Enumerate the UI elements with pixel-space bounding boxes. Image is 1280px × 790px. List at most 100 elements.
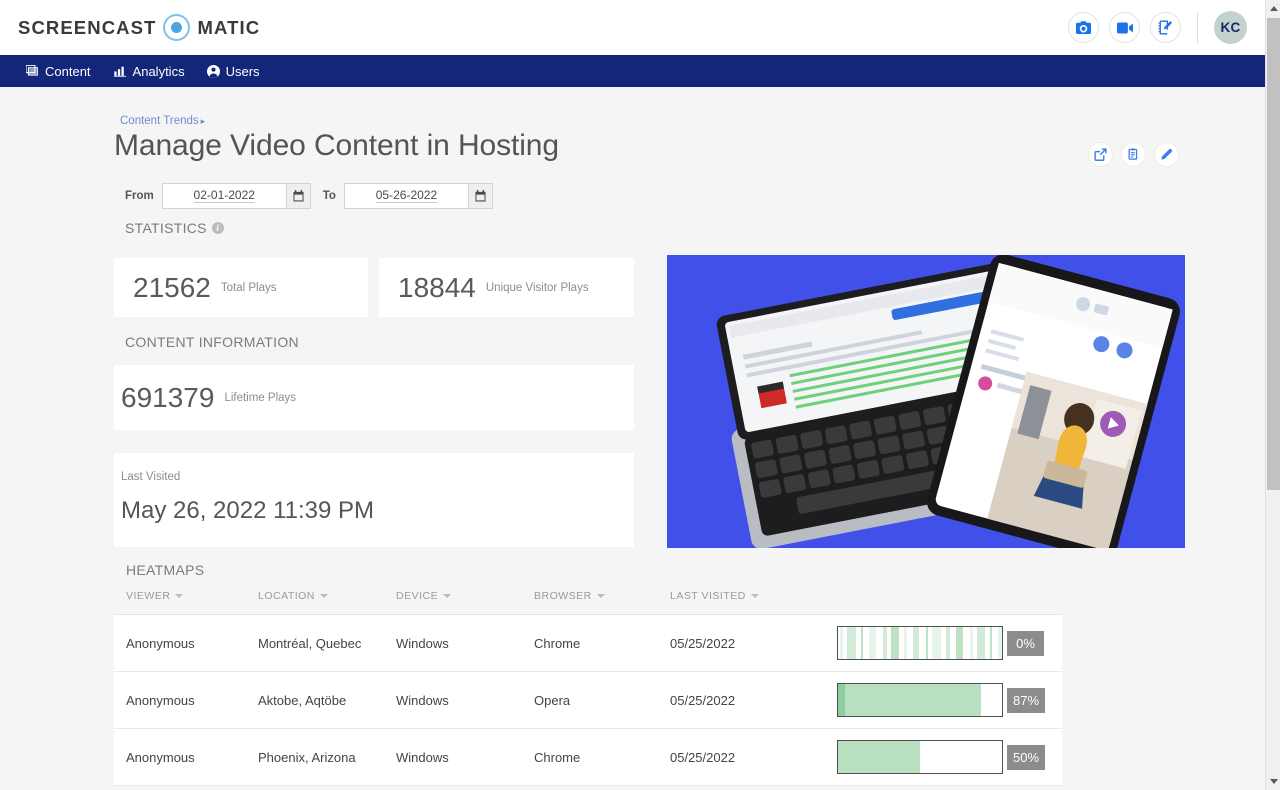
- column-label-viewer: VIEWER: [126, 590, 170, 602]
- chevron-down-icon: [597, 594, 605, 598]
- cell-visited: 05/25/2022: [670, 750, 837, 765]
- screenshot-capture-button[interactable]: [1068, 12, 1099, 43]
- images-icon: [26, 65, 39, 77]
- calendar-icon: [293, 190, 304, 202]
- column-label-device: DEVICE: [396, 590, 438, 602]
- cell-location: Montréal, Quebec: [258, 636, 396, 651]
- heatmap-stripes: [838, 627, 1002, 659]
- from-calendar-button[interactable]: [286, 183, 311, 209]
- heatmap-percent-badge: 0%: [1007, 631, 1044, 656]
- content-information-heading-label: CONTENT INFORMATION: [125, 334, 299, 350]
- page-title: Manage Video Content in Hosting: [114, 129, 559, 163]
- column-header-last-visited[interactable]: LAST VISITED: [670, 590, 837, 602]
- nav-item-users[interactable]: Users: [207, 55, 260, 87]
- stat-card-lifetime-plays: 691379 Lifetime Plays: [114, 365, 634, 430]
- scroll-up-button[interactable]: [1266, 0, 1280, 17]
- heatmaps-table: VIEWER LOCATION DEVICE BROWSER: [114, 587, 1062, 786]
- content-information-heading: CONTENT INFORMATION: [125, 334, 299, 350]
- cell-browser: Chrome: [534, 750, 670, 765]
- from-date-input[interactable]: 02-01-2022: [162, 183, 286, 209]
- heatmap-bar[interactable]: [837, 683, 1003, 717]
- table-row[interactable]: AnonymousPhoenix, ArizonaWindowsChrome05…: [114, 729, 1062, 786]
- cell-viewer: Anonymous: [114, 636, 258, 651]
- annotate-button[interactable]: [1150, 12, 1181, 43]
- to-calendar-button[interactable]: [468, 183, 493, 209]
- scrollbar-thumb[interactable]: [1267, 18, 1280, 490]
- calendar-icon: [475, 190, 486, 202]
- breadcrumb-arrow-icon: ▸: [201, 116, 206, 126]
- cell-heatmap: 50%: [837, 740, 1062, 774]
- logo-word-right: MATIC: [197, 17, 260, 39]
- browser-viewport: SCREENCAST MATIC: [0, 0, 1280, 790]
- vertical-scrollbar[interactable]: [1265, 0, 1280, 790]
- date-range-filter: From 02-01-2022 To: [125, 183, 493, 209]
- stat-value-lifetime-plays: 691379: [121, 382, 214, 414]
- column-header-location[interactable]: LOCATION: [258, 590, 396, 602]
- heatmaps-heading: HEATMAPS: [126, 562, 204, 578]
- heatmaps-heading-label: HEATMAPS: [126, 562, 204, 578]
- edit-button[interactable]: [1154, 142, 1179, 167]
- cell-device: Windows: [396, 750, 534, 765]
- table-header-row: VIEWER LOCATION DEVICE BROWSER: [114, 587, 1062, 615]
- heatmap-bar-fill: [838, 684, 981, 716]
- statistics-heading: STATISTICS i: [125, 220, 224, 236]
- chevron-down-icon: [175, 594, 183, 598]
- cell-device: Windows: [396, 636, 534, 651]
- page-content: Content Trends▸ Manage Video Content in …: [0, 87, 1265, 790]
- from-date-group: 02-01-2022: [162, 183, 311, 209]
- user-icon: [207, 65, 220, 78]
- last-visited-card: Last Visited May 26, 2022 11:39 PM: [114, 453, 634, 547]
- pencil-icon: [1160, 148, 1173, 161]
- content-thumbnail[interactable]: [667, 255, 1185, 548]
- stat-caption-unique-plays: Unique Visitor Plays: [486, 282, 589, 294]
- cell-browser: Opera: [534, 693, 670, 708]
- external-link-icon: [1094, 148, 1107, 161]
- last-visited-value: May 26, 2022 11:39 PM: [121, 497, 634, 525]
- thumbnail-illustration: [667, 255, 1185, 548]
- open-external-button[interactable]: [1088, 142, 1113, 167]
- heatmap-bar[interactable]: [837, 740, 1003, 774]
- last-visited-label: Last Visited: [121, 471, 634, 483]
- table-row[interactable]: AnonymousMontréal, QuebecWindowsChrome05…: [114, 615, 1062, 672]
- nav-item-analytics[interactable]: Analytics: [113, 55, 185, 87]
- cell-location: Aktobe, Aqtöbe: [258, 693, 396, 708]
- to-date-input[interactable]: 05-26-2022: [344, 183, 468, 209]
- column-label-last-visited: LAST VISITED: [670, 590, 746, 602]
- clipboard-copy-icon: [1127, 148, 1140, 161]
- statistics-heading-label: STATISTICS: [125, 220, 207, 236]
- table-row[interactable]: AnonymousAktobe, AqtöbeWindowsOpera05/25…: [114, 672, 1062, 729]
- top-bar: SCREENCAST MATIC: [0, 0, 1265, 55]
- chevron-down-icon: [443, 594, 451, 598]
- nav-label-users: Users: [226, 64, 260, 79]
- from-date-value: 02-01-2022: [194, 189, 255, 203]
- cell-viewer: Anonymous: [114, 693, 258, 708]
- nav-label-analytics: Analytics: [133, 64, 185, 79]
- video-camera-icon: [1117, 22, 1133, 34]
- column-header-viewer[interactable]: VIEWER: [114, 590, 258, 602]
- column-header-device[interactable]: DEVICE: [396, 590, 534, 602]
- cell-heatmap: 87%: [837, 683, 1062, 717]
- nav-item-content[interactable]: Content: [26, 55, 91, 87]
- scroll-down-button[interactable]: [1266, 773, 1280, 790]
- note-pencil-icon: [1158, 20, 1173, 35]
- cell-visited: 05/25/2022: [670, 693, 837, 708]
- breadcrumb[interactable]: Content Trends▸: [120, 115, 205, 127]
- cell-visited: 05/25/2022: [670, 636, 837, 651]
- stat-card-total-plays: 21562 Total Plays: [114, 258, 368, 317]
- avatar[interactable]: KC: [1214, 11, 1247, 44]
- circle-dot-logo-icon: [163, 14, 190, 41]
- bar-chart-icon: [113, 65, 127, 77]
- heatmap-percent-badge: 50%: [1007, 745, 1045, 770]
- copy-link-button[interactable]: [1121, 142, 1146, 167]
- stat-caption-lifetime-plays: Lifetime Plays: [224, 392, 296, 404]
- heatmap-bar[interactable]: [837, 626, 1003, 660]
- chevron-down-icon: [320, 594, 328, 598]
- video-record-button[interactable]: [1109, 12, 1140, 43]
- column-header-browser[interactable]: BROWSER: [534, 590, 670, 602]
- app-logo[interactable]: SCREENCAST MATIC: [18, 14, 260, 41]
- top-bar-actions: KC: [1068, 11, 1265, 44]
- breadcrumb-label: Content Trends: [120, 115, 199, 127]
- page-title-actions: [1088, 142, 1179, 167]
- info-icon[interactable]: i: [212, 222, 224, 234]
- cell-viewer: Anonymous: [114, 750, 258, 765]
